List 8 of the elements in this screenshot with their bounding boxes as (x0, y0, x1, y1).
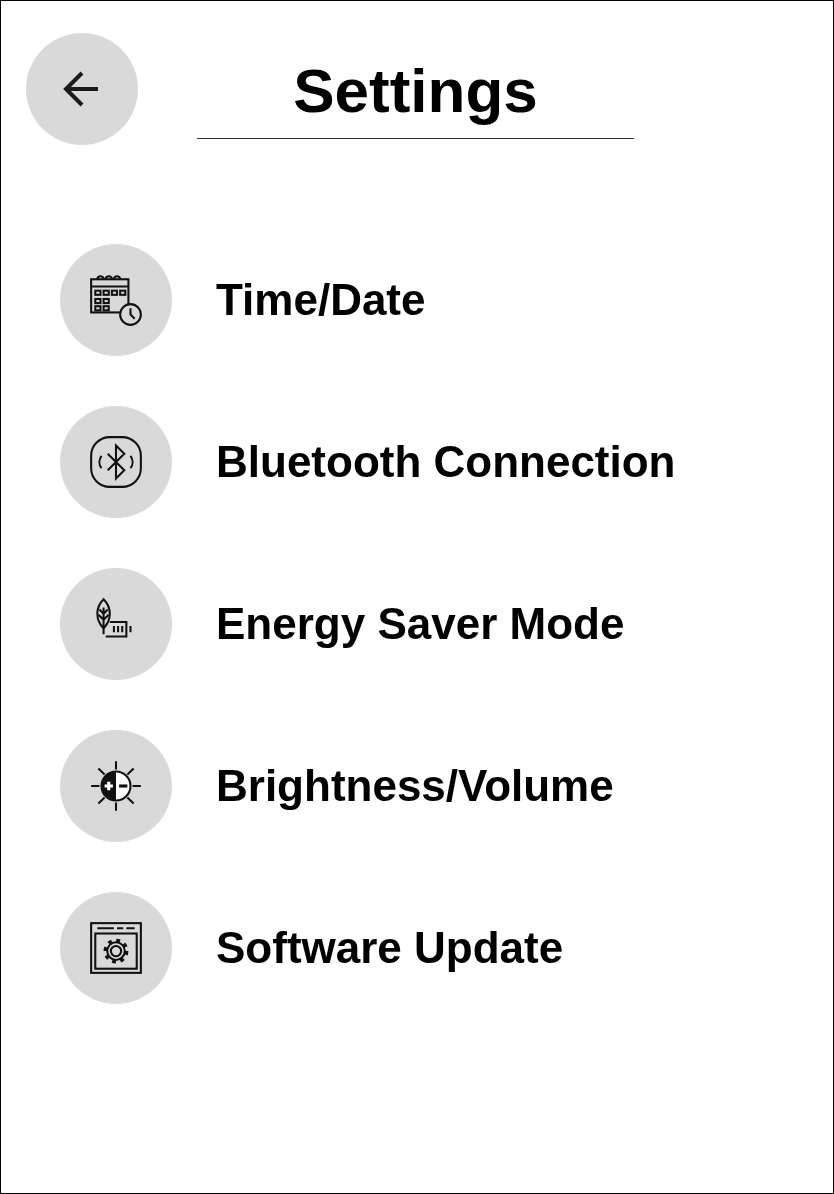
page-title: Settings (292, 55, 539, 127)
settings-option[interactable]: Software Update (216, 920, 564, 976)
settings-option[interactable]: Bluetooth Connection (216, 434, 676, 490)
settings-option[interactable]: Time/Date (216, 272, 426, 328)
window-gear-icon (87, 919, 145, 977)
bluetooth-icon (87, 433, 145, 491)
settings-option[interactable]: Energy Saver Mode (216, 596, 625, 652)
settings-option[interactable]: Brightness/Volume (216, 758, 614, 814)
